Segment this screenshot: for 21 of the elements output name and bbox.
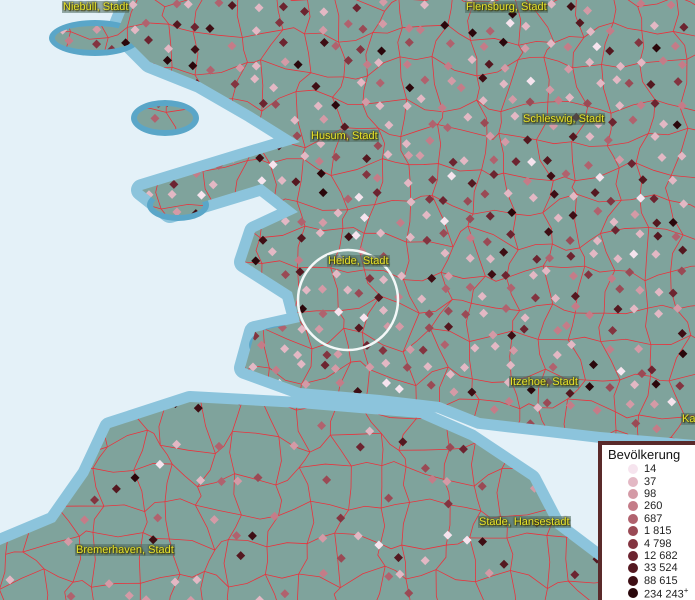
legend-label: 33 524: [644, 562, 678, 574]
place-label: Ka: [681, 413, 695, 425]
place-label: Niebüll, Stadt: [62, 1, 130, 13]
legend-label: 1 815: [644, 525, 672, 538]
legend-label: 4 798: [644, 538, 672, 550]
place-label: Stade, Hansestadt: [478, 516, 571, 528]
place-label: Schleswig, Stadt: [522, 113, 606, 125]
place-label: Husum, Stadt: [310, 130, 379, 142]
place-label: Bremerhaven, Stadt: [75, 544, 175, 556]
legend-label: 260: [644, 500, 662, 512]
place-label: Itzehoe, Stadt: [509, 376, 579, 388]
legend-label: 14: [644, 463, 656, 476]
legend-title: Bevölkerung: [608, 447, 682, 462]
legend-label: 98: [644, 488, 656, 500]
legend-label: 37: [644, 476, 656, 488]
legend-label: 687: [644, 512, 662, 525]
legend-label: 234 243$^{+}$: [644, 585, 688, 600]
legend-label: 88 615: [644, 574, 678, 587]
place-label: Flensburg, Stadt: [465, 1, 548, 13]
legend-label: 12 682: [644, 550, 678, 562]
place-label: Heide, Stadt: [327, 255, 390, 267]
